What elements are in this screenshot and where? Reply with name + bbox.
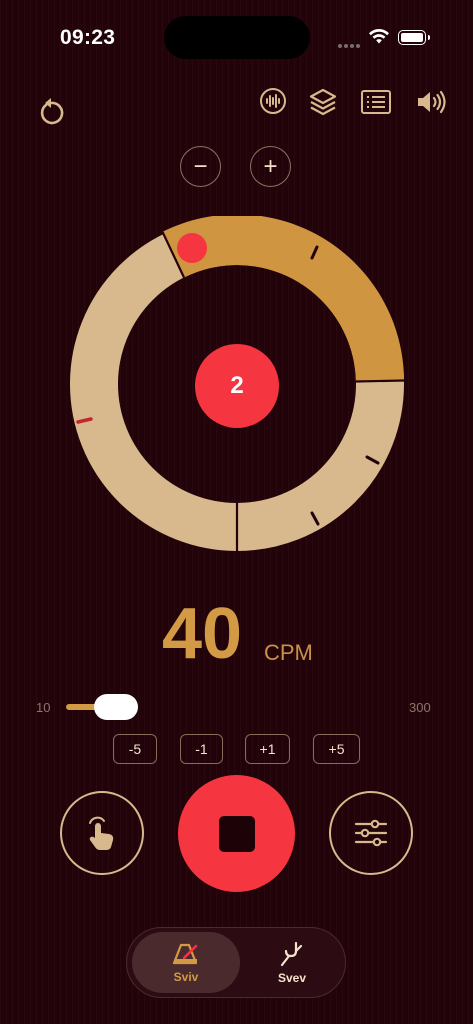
tab-svev-label: Svev (277, 970, 307, 985)
reset-icon[interactable] (34, 94, 68, 128)
plus-label: + (263, 152, 278, 180)
tab-bar: Sviv Svev (126, 927, 346, 998)
stop-button[interactable] (178, 775, 295, 892)
tempo-unit: CPM (264, 640, 313, 665)
tab-sviv-label: Sviv (173, 969, 199, 984)
signal-dots-icon (338, 35, 362, 53)
layers-icon[interactable] (307, 86, 339, 118)
step-minus-1-button[interactable]: -1 (180, 734, 223, 764)
minus-label: − (193, 152, 208, 180)
status-time: 09:23 (60, 26, 116, 49)
tempo-value: 40 (162, 594, 243, 674)
list-icon[interactable] (359, 88, 393, 116)
step-plus-1-button[interactable]: +1 (245, 734, 290, 764)
tempo-max-label: 300 (409, 700, 431, 715)
tempo-slider-thumb[interactable] (94, 694, 138, 720)
current-beat-indicator: 2 (195, 344, 279, 428)
sliders-icon (354, 819, 388, 847)
tab-sviv[interactable]: Sviv (132, 932, 240, 993)
step-minus-5-button[interactable]: -5 (113, 734, 157, 764)
dynamic-island (164, 16, 310, 59)
position-dot (177, 233, 207, 263)
wifi-icon (368, 28, 390, 50)
waveform-icon[interactable] (258, 86, 288, 116)
step-plus-5-button[interactable]: +5 (313, 734, 360, 764)
battery-icon (398, 30, 430, 45)
plus-button[interactable]: + (250, 146, 291, 187)
tempo-min-label: 10 (36, 700, 51, 715)
volume-icon[interactable] (414, 88, 448, 116)
tap-hand-icon (89, 816, 114, 850)
stop-icon (218, 815, 255, 852)
metronome-icon (172, 943, 198, 964)
settings-button[interactable] (329, 791, 413, 875)
tab-svev[interactable]: Svev (238, 932, 346, 993)
tap-tempo-button[interactable] (60, 791, 144, 875)
minus-button[interactable]: − (180, 146, 221, 187)
tuning-fork-icon (280, 941, 303, 966)
